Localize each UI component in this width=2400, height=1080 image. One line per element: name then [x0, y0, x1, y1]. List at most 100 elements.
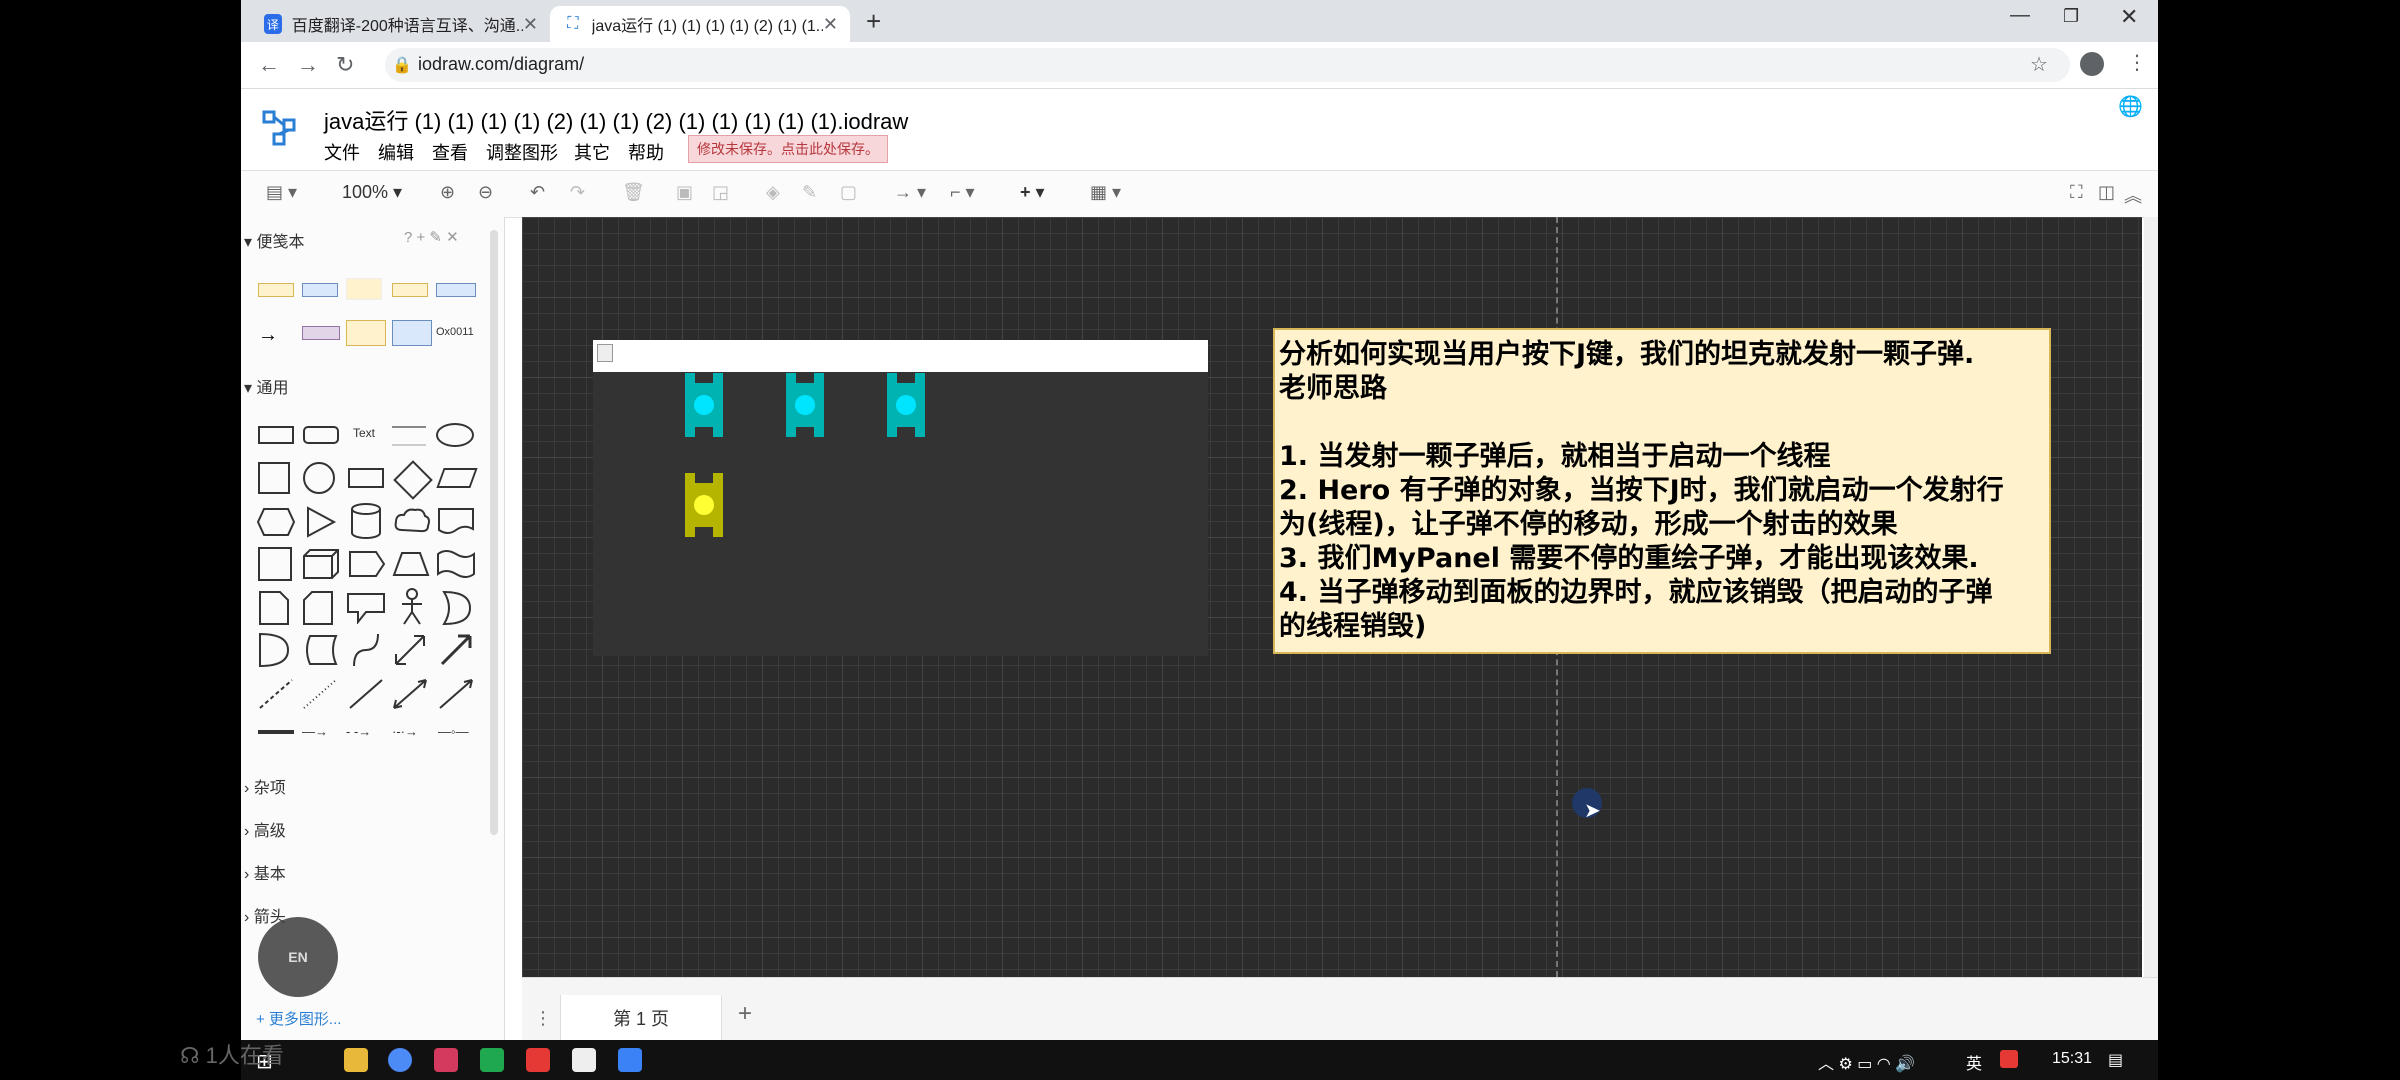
circle-shape[interactable]	[303, 462, 335, 494]
undo-icon[interactable]: ↶	[530, 182, 545, 203]
section-advanced[interactable]: › 高级	[244, 817, 286, 841]
unsaved-notice[interactable]: 修改未保存。点击此处保存。	[688, 135, 888, 163]
callout-shape[interactable]	[346, 592, 386, 625]
zoom-in-icon[interactable]: ⊕	[440, 182, 455, 203]
menu-file[interactable]: 文件	[324, 139, 360, 165]
bidirectional-arrow-shape[interactable]	[392, 632, 428, 668]
menu-extras[interactable]: 其它	[574, 139, 610, 165]
dotted-line-shape[interactable]	[302, 678, 338, 710]
menu-arrange[interactable]: 调整图形	[486, 139, 558, 165]
actor-shape[interactable]	[398, 588, 426, 626]
collapse-icon[interactable]: ︽	[2124, 182, 2142, 208]
general-header[interactable]: ▾ 通用	[244, 374, 289, 398]
curve-shape[interactable]	[350, 632, 382, 668]
reload-icon[interactable]: ↻	[336, 52, 354, 78]
scratch-item[interactable]	[302, 283, 338, 297]
square-shape[interactable]	[258, 462, 290, 494]
language-globe-icon[interactable]: 🌐	[2118, 94, 2143, 119]
intellij-icon[interactable]	[434, 1048, 458, 1072]
tape-shape[interactable]	[436, 548, 476, 580]
scratch-item[interactable]	[346, 320, 386, 346]
close-icon[interactable]: ✕	[823, 14, 838, 35]
vertical-scrollbar[interactable]	[2144, 217, 2158, 977]
forward-icon[interactable]: →	[297, 52, 319, 78]
to-front-icon[interactable]: ▣	[676, 182, 693, 203]
link-shape[interactable]	[258, 730, 294, 734]
fill-color-icon[interactable]: ◈	[766, 182, 780, 203]
note-box[interactable]: 分析如何实现当用户按下J键，我们的坦克就发射一颗子弹. 老师思路 1. 当发射一…	[1273, 328, 2051, 654]
app-icon-white[interactable]	[572, 1048, 596, 1072]
sidebar-scrollbar[interactable]	[490, 230, 498, 835]
section-basic[interactable]: › 基本	[244, 860, 286, 884]
ime-floating-bubble[interactable]: EN	[258, 917, 338, 997]
menu-edit[interactable]: 编辑	[378, 139, 414, 165]
scratch-arrow-item[interactable]: →	[258, 324, 278, 347]
redo-icon[interactable]: ↷	[570, 182, 585, 203]
zoom-out-icon[interactable]: ⊖	[478, 182, 493, 203]
bidirectional-connector-shape[interactable]	[392, 678, 428, 710]
page-tab[interactable]: 第 1 页	[560, 995, 722, 1041]
line-shape[interactable]	[348, 678, 384, 710]
pages-menu-icon[interactable]: ⋮	[534, 1008, 552, 1029]
more-shapes-link[interactable]: + 更多图形...	[256, 1008, 341, 1029]
cylinder-shape[interactable]	[348, 502, 384, 540]
window-close-icon[interactable]: ✕	[2120, 4, 2138, 30]
restore-icon[interactable]: ❐	[2063, 6, 2079, 27]
scratch-hex-item[interactable]: Ox0011	[436, 326, 474, 338]
dotted-arrow-shape[interactable]: ·-·→	[392, 724, 418, 739]
to-back-icon[interactable]: ◲	[712, 182, 729, 203]
fullscreen-icon[interactable]: ⛶	[2070, 182, 2083, 203]
hexagon-shape[interactable]	[256, 505, 296, 539]
tray-icons[interactable]: ︿ ⚙ ▭ ◠ 🔊	[1818, 1050, 1915, 1074]
cube-shape[interactable]	[302, 548, 340, 580]
waypoints-icon[interactable]: ⌐ ▾	[950, 182, 975, 203]
file-explorer-icon[interactable]	[344, 1048, 368, 1072]
app-icon-blue[interactable]	[618, 1048, 642, 1072]
menu-help[interactable]: 帮助	[628, 139, 664, 165]
back-icon[interactable]: ←	[258, 52, 280, 78]
data-storage-shape[interactable]	[302, 634, 338, 666]
profile-avatar[interactable]	[2080, 52, 2104, 76]
minimize-icon[interactable]: —	[2010, 4, 2030, 27]
tab-iodraw[interactable]: ⛶ java运行 (1) (1) (1) (1) (2) (1) (1... ✕	[550, 6, 850, 42]
zoom-select[interactable]: 100% ▾	[342, 182, 402, 203]
format-toggle-icon[interactable]: ◫	[2098, 182, 2115, 203]
dashed-line-shape[interactable]	[258, 678, 294, 710]
step-shape[interactable]	[348, 550, 386, 578]
scratch-item[interactable]	[392, 320, 432, 346]
connection-icon[interactable]: → ▾	[894, 182, 926, 203]
more-menu-icon[interactable]: ⋮	[2127, 50, 2147, 75]
shadow-icon[interactable]: ▢	[840, 182, 857, 203]
card-shape[interactable]	[302, 590, 334, 626]
document-shape[interactable]	[436, 506, 476, 536]
scratch-item[interactable]	[302, 326, 340, 340]
scratch-item[interactable]	[392, 283, 428, 297]
parallelogram-shape[interactable]	[436, 468, 478, 488]
arrow-line-shape[interactable]: —→	[302, 724, 328, 739]
trapezoid-shape[interactable]	[392, 550, 430, 578]
dashed-arrow-shape[interactable]: - -→	[346, 724, 371, 739]
table-icon[interactable]: ▦ ▾	[1090, 182, 1121, 203]
delete-icon[interactable]: 🗑	[622, 182, 645, 203]
process-shape[interactable]	[348, 468, 384, 488]
app-icon-red[interactable]	[526, 1048, 550, 1072]
section-misc[interactable]: › 杂项	[244, 774, 286, 798]
url-field[interactable]	[385, 48, 2070, 82]
rectangle-shape[interactable]	[258, 426, 294, 444]
ellipse-shape[interactable]	[436, 423, 474, 447]
taskbar-clock[interactable]: 15:31	[2052, 1050, 2092, 1068]
add-page-button[interactable]: +	[738, 1000, 752, 1028]
ime-indicator[interactable]: 英	[1966, 1050, 1982, 1074]
app-icon-green[interactable]	[480, 1048, 504, 1072]
scratchpad-tools[interactable]: ? + ✎ ✕	[404, 228, 459, 246]
rounded-rect-shape[interactable]	[303, 426, 339, 444]
triangle-shape[interactable]	[302, 505, 338, 539]
arrow-shape[interactable]	[438, 632, 474, 668]
scratch-item[interactable]	[346, 278, 382, 300]
insert-icon[interactable]: + ▾	[1020, 182, 1045, 203]
textbox-shape[interactable]	[392, 426, 426, 446]
document-title[interactable]: java运行 (1) (1) (1) (1) (2) (1) (1) (2) (…	[324, 104, 908, 136]
close-icon[interactable]: ✕	[523, 14, 538, 35]
scratch-item[interactable]	[436, 283, 476, 297]
notification-icon[interactable]: ▤	[2108, 1050, 2123, 1070]
